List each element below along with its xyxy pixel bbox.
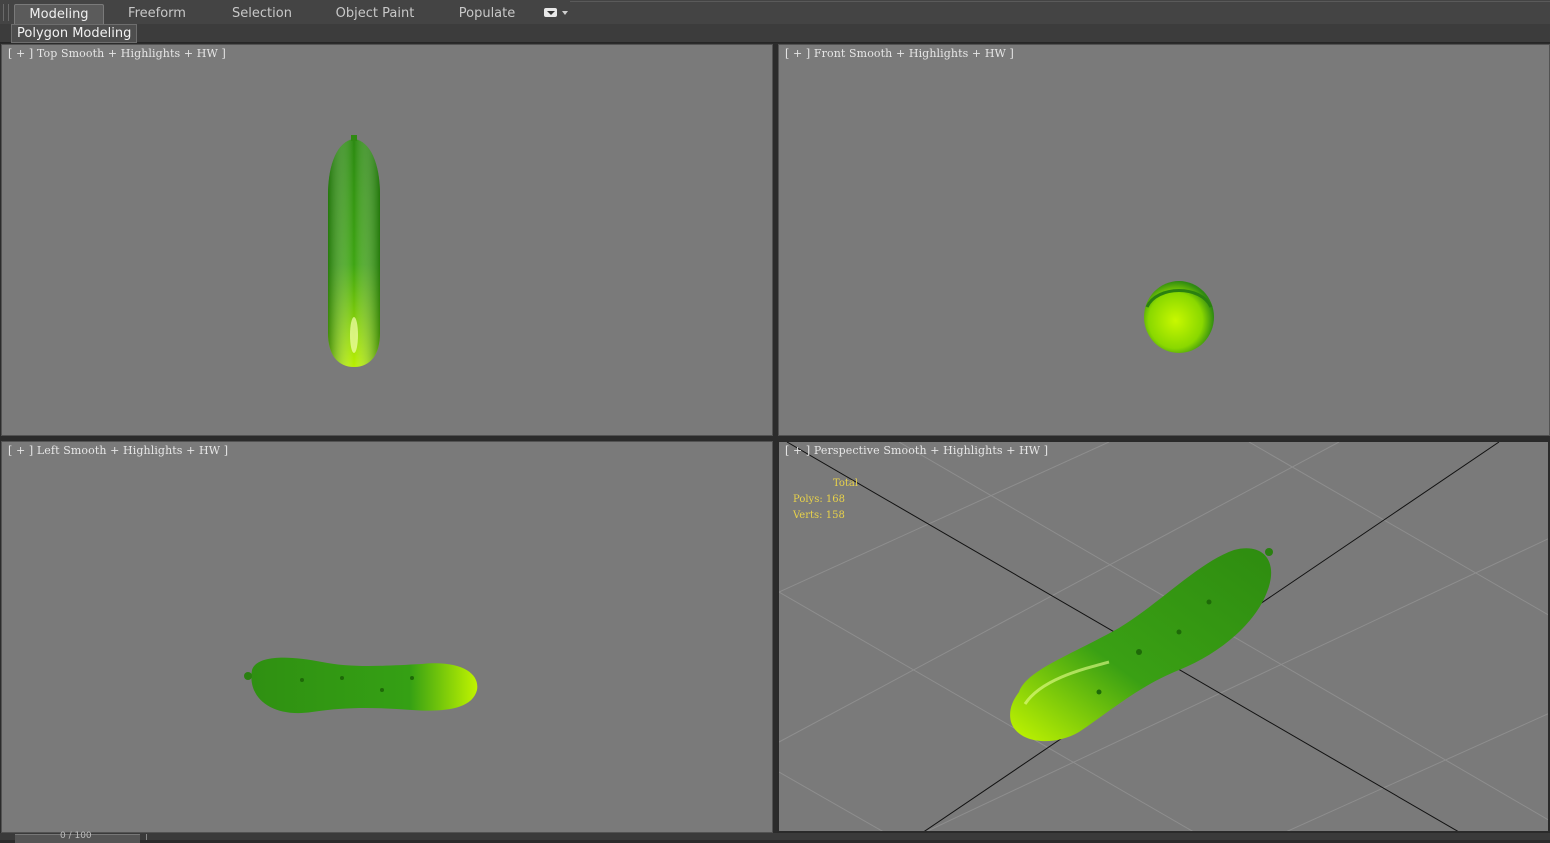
- tab-selection[interactable]: Selection: [224, 4, 300, 23]
- ribbon-divider: [570, 1, 1550, 2]
- viewport-left-label: [ + ] Left Smooth + Highlights + HW ]: [8, 444, 228, 457]
- viewport-front-canvas: [1144, 281, 1214, 353]
- stats-verts-label: Verts:: [793, 510, 823, 521]
- stats-verts-value: 158: [825, 510, 845, 521]
- tab-populate[interactable]: Populate: [450, 4, 524, 23]
- stats-polys-label: Polys:: [793, 494, 823, 505]
- timeline-bar: 0 / 100: [0, 831, 1550, 843]
- tab-freeform[interactable]: Freeform: [118, 4, 196, 23]
- cucumber-top-mesh: [328, 135, 380, 367]
- scene-statistics: Total Polys: 168 Verts: 158: [793, 476, 858, 524]
- stats-polys-value: 168: [825, 494, 845, 505]
- viewport-shading-button[interactable]: Smooth + Highlights + HW ]: [883, 444, 1048, 457]
- viewport-left-canvas: [244, 657, 478, 714]
- viewport-top-canvas: [328, 135, 380, 367]
- viewport-perspective-canvas: [779, 442, 1548, 831]
- cucumber-left-mesh: [244, 657, 478, 714]
- ribbon-tab-bar: Modeling Freeform Selection Object Paint…: [0, 0, 1550, 25]
- viewport-menu-button[interactable]: [ + ]: [8, 47, 33, 60]
- ribbon-options-icon: [544, 8, 557, 17]
- viewport-shading-button[interactable]: Smooth + Highlights + HW ]: [61, 47, 226, 60]
- tab-object-paint[interactable]: Object Paint: [330, 4, 420, 23]
- viewport-menu-button[interactable]: [ + ]: [8, 444, 33, 457]
- viewport-view-button[interactable]: Perspective: [814, 444, 880, 457]
- viewport-view-button[interactable]: Top: [37, 47, 57, 60]
- viewport-shading-button[interactable]: Smooth + Highlights + HW ]: [849, 47, 1014, 60]
- ribbon-grip-handle[interactable]: [3, 4, 9, 21]
- ribbon-options-button[interactable]: [543, 7, 569, 20]
- time-next-arrow-icon[interactable]: [146, 834, 153, 840]
- viewport-perspective-label: [ + ] Perspective Smooth + Highlights + …: [785, 444, 1048, 457]
- viewport-shading-button[interactable]: Smooth + Highlights + HW ]: [63, 444, 228, 457]
- viewport-top-label: [ + ] Top Smooth + Highlights + HW ]: [8, 47, 226, 60]
- ribbon-panel-bar: Polygon Modeling: [0, 24, 1550, 43]
- stats-header: Total: [833, 478, 859, 489]
- time-slider[interactable]: 0 / 100: [15, 831, 140, 843]
- viewport-left[interactable]: [ + ] Left Smooth + Highlights + HW ]: [1, 441, 773, 833]
- viewport-menu-button[interactable]: [ + ]: [785, 47, 810, 60]
- cucumber-front-mesh: [1144, 281, 1214, 353]
- cucumber-perspective-mesh: [1010, 548, 1273, 742]
- viewport-front[interactable]: [ + ] Front Smooth + Highlights + HW ]: [778, 44, 1550, 436]
- viewport-menu-button[interactable]: [ + ]: [785, 444, 810, 457]
- viewport-top[interactable]: [ + ] Top Smooth + Highlights + HW ]: [1, 44, 773, 436]
- viewport-perspective[interactable]: [ + ] Perspective Smooth + Highlights + …: [777, 440, 1550, 833]
- tab-modeling[interactable]: Modeling: [14, 4, 104, 24]
- polygon-modeling-button[interactable]: Polygon Modeling: [11, 24, 138, 43]
- chevron-down-icon: [562, 11, 568, 15]
- viewport-view-button[interactable]: Left: [37, 444, 60, 457]
- viewport-front-label: [ + ] Front Smooth + Highlights + HW ]: [785, 47, 1014, 60]
- viewport-view-button[interactable]: Front: [814, 47, 846, 60]
